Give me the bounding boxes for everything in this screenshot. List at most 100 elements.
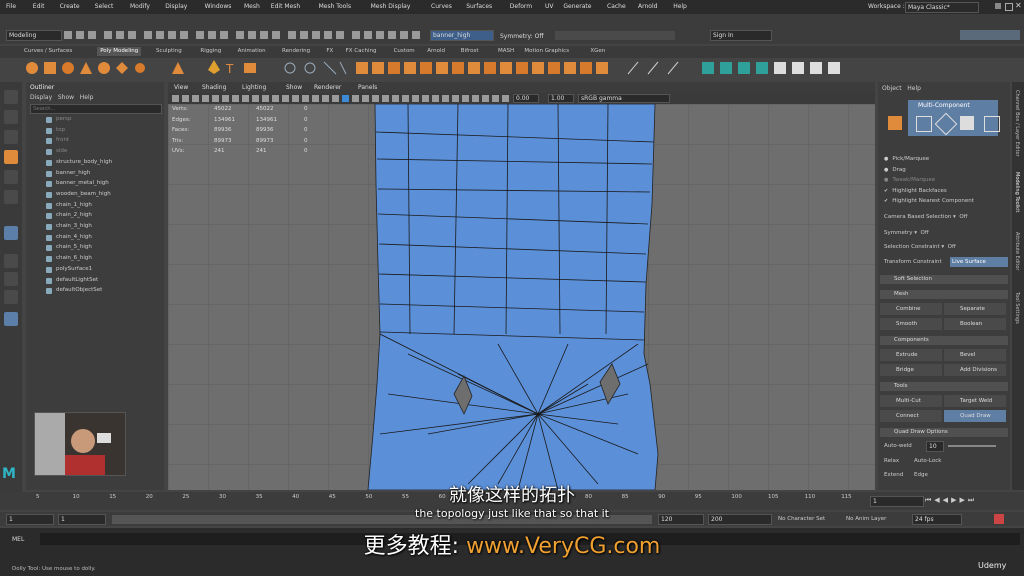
shelf-tab-rigging[interactable]: Rigging <box>200 47 221 56</box>
viewport-menu-view[interactable]: View <box>174 84 188 91</box>
outliner-item[interactable]: chain_1_high <box>46 202 92 209</box>
menu-item-generate[interactable]: Generate <box>563 3 591 10</box>
shelf-tab-arnold[interactable]: Arnold <box>427 47 445 56</box>
camera-based-value[interactable]: Off <box>959 214 967 220</box>
extrude-button[interactable]: Extrude <box>880 349 942 361</box>
shelf-tab-rendering[interactable]: Rendering <box>282 47 310 56</box>
modeling-toolkit-tab[interactable]: Modeling Toolkit <box>1014 172 1020 212</box>
shelf-tab-fx-caching[interactable]: FX Caching <box>346 47 377 56</box>
outliner-item[interactable]: top <box>46 127 65 134</box>
tool-settings-tab[interactable]: Tool Settings <box>1014 292 1020 324</box>
selection-option[interactable]: ✔ Highlight Backfaces <box>884 188 947 194</box>
bevel-button[interactable]: Bevel <box>944 349 1006 361</box>
auto-weld-checkbox[interactable]: Auto-weld <box>884 443 912 449</box>
quad-draw-button[interactable]: Quad Draw <box>944 410 1006 422</box>
viewport-scene[interactable] <box>168 104 875 490</box>
shelf-tab-custom[interactable]: Custom <box>394 47 415 56</box>
checkbox-icon[interactable]: ✔ <box>884 188 888 194</box>
rotate-tool-icon[interactable] <box>4 170 18 184</box>
uv-mode-icon[interactable] <box>984 116 1000 132</box>
minimize-icon[interactable] <box>995 3 1001 9</box>
selection-option[interactable]: ● Pick/Marquee <box>884 156 929 162</box>
outliner-item[interactable]: defaultLightSet <box>46 277 98 284</box>
selection-constraint-value[interactable]: Off <box>948 244 956 250</box>
smooth-button[interactable]: Smooth <box>880 318 942 330</box>
boolean-button[interactable]: Boolean <box>944 318 1006 330</box>
menu-item-deform[interactable]: Deform <box>510 3 532 10</box>
outliner-menu-show[interactable]: Show <box>58 94 74 101</box>
shelf-tab-sculpting[interactable]: Sculpting <box>156 47 182 56</box>
maximize-icon[interactable] <box>1005 3 1013 11</box>
layout-single-icon[interactable] <box>4 226 18 240</box>
menu-item-windows[interactable]: Windows <box>205 3 232 10</box>
combine-button[interactable]: Combine <box>880 303 942 315</box>
outliner-item[interactable]: persp <box>46 116 72 123</box>
viewport-menu-renderer[interactable]: Renderer <box>314 84 341 91</box>
mode-dropdown[interactable]: Modeling <box>6 30 62 41</box>
shelf-tab-motion-graphics[interactable]: Motion Graphics <box>524 47 569 56</box>
sign-in-button[interactable]: Sign In <box>710 30 772 41</box>
attribute-editor-tab[interactable]: Attribute Editor <box>1014 232 1020 270</box>
close-icon[interactable]: ✕ <box>1015 1 1022 10</box>
outliner-item[interactable]: structure_body_high <box>46 159 112 166</box>
selection-option[interactable]: ● Tweak/Marquee <box>884 177 935 183</box>
outliner-item[interactable]: wooden_beam_high <box>46 191 111 198</box>
menu-item-modify[interactable]: Modify <box>130 3 150 10</box>
soft-selection-header[interactable]: Soft Selection <box>880 275 1008 284</box>
menu-item-edit-mesh[interactable]: Edit Mesh <box>271 3 300 10</box>
menu-item-file[interactable]: File <box>6 3 16 10</box>
transform-constraint-dropdown[interactable]: Live Surface <box>950 257 1008 267</box>
bridge-button[interactable]: Bridge <box>880 364 942 376</box>
paint-select-icon[interactable] <box>4 130 18 144</box>
add-divisions-button[interactable]: Add Divisions <box>944 364 1006 376</box>
layout-persp-icon[interactable] <box>4 290 18 304</box>
viewport-menu-show[interactable]: Show <box>286 84 302 91</box>
relax-dropdown[interactable]: Auto-Lock <box>914 458 941 464</box>
toolkit-menu-object[interactable]: Object <box>882 85 902 92</box>
outliner-item[interactable]: side <box>46 148 67 156</box>
checkbox-icon[interactable]: ✔ <box>884 198 888 204</box>
shelf-tab-fx[interactable]: FX <box>326 47 333 56</box>
outliner-item[interactable]: chain_3_high <box>46 223 92 230</box>
move-tool-icon[interactable] <box>4 150 18 164</box>
menu-item-create[interactable]: Create <box>60 3 80 10</box>
quad-draw-options-header[interactable]: Quad Draw Options <box>880 428 1008 437</box>
shelf-tab-poly-modeling[interactable]: Poly Modeling <box>97 47 142 56</box>
menu-item-mesh[interactable]: Mesh <box>244 3 260 10</box>
shelf-tab-bifrost[interactable]: Bifrost <box>461 47 479 56</box>
lasso-tool-icon[interactable] <box>4 110 18 124</box>
outliner-item[interactable]: defaultObjectSet <box>46 287 102 295</box>
outliner-item[interactable]: chain_4_high <box>46 234 92 241</box>
outliner-item[interactable]: chain_2_high <box>46 212 92 220</box>
outliner-search-input[interactable] <box>30 104 162 114</box>
outliner-item[interactable]: banner_high <box>46 170 90 177</box>
menu-item-cache[interactable]: Cache <box>607 3 626 10</box>
viewport-menu-panels[interactable]: Panels <box>358 84 377 91</box>
layout-outliner-icon[interactable] <box>4 312 18 326</box>
exposure-field[interactable]: 0.00 <box>513 94 539 103</box>
menu-item-surfaces[interactable]: Surfaces <box>466 3 492 10</box>
menu-item-select[interactable]: Select <box>95 3 114 10</box>
outliner-menu-display[interactable]: Display <box>30 94 52 101</box>
viewport[interactable]: View Shading Lighting Show Renderer Panels 0.… <box>168 82 875 490</box>
menu-item-arnold[interactable]: Arnold <box>638 3 657 10</box>
shelf-tab-curves-surfaces[interactable]: Curves / Surfaces <box>24 47 72 56</box>
toolkit-menu-help[interactable]: Help <box>907 85 921 92</box>
auto-weld-slider[interactable] <box>948 445 996 447</box>
components-section-header[interactable]: Components <box>880 336 1008 345</box>
multi-cut-button[interactable]: Multi-Cut <box>880 395 942 407</box>
tools-section-header[interactable]: Tools <box>880 382 1008 391</box>
menu-item-mesh-display[interactable]: Mesh Display <box>371 3 411 10</box>
shelf-tab-mash[interactable]: MASH <box>498 47 514 56</box>
viewport-menu-shading[interactable]: Shading <box>202 84 226 91</box>
shelf-tab-animation[interactable]: Animation <box>238 47 266 56</box>
workspace-dropdown[interactable]: Maya Classic* <box>905 2 979 13</box>
auto-weld-field[interactable]: 10 <box>926 441 944 452</box>
menu-item-curves[interactable]: Curves <box>431 3 452 10</box>
panel-layout-icons[interactable] <box>960 30 1020 40</box>
channel-box-tab[interactable]: Channel Box / Layer Editor <box>1014 90 1020 157</box>
mesh-section-header[interactable]: Mesh <box>880 290 1008 299</box>
target-weld-button[interactable]: Target Weld <box>944 395 1006 407</box>
scale-tool-icon[interactable] <box>4 190 18 204</box>
menu-item-display[interactable]: Display <box>165 3 187 10</box>
